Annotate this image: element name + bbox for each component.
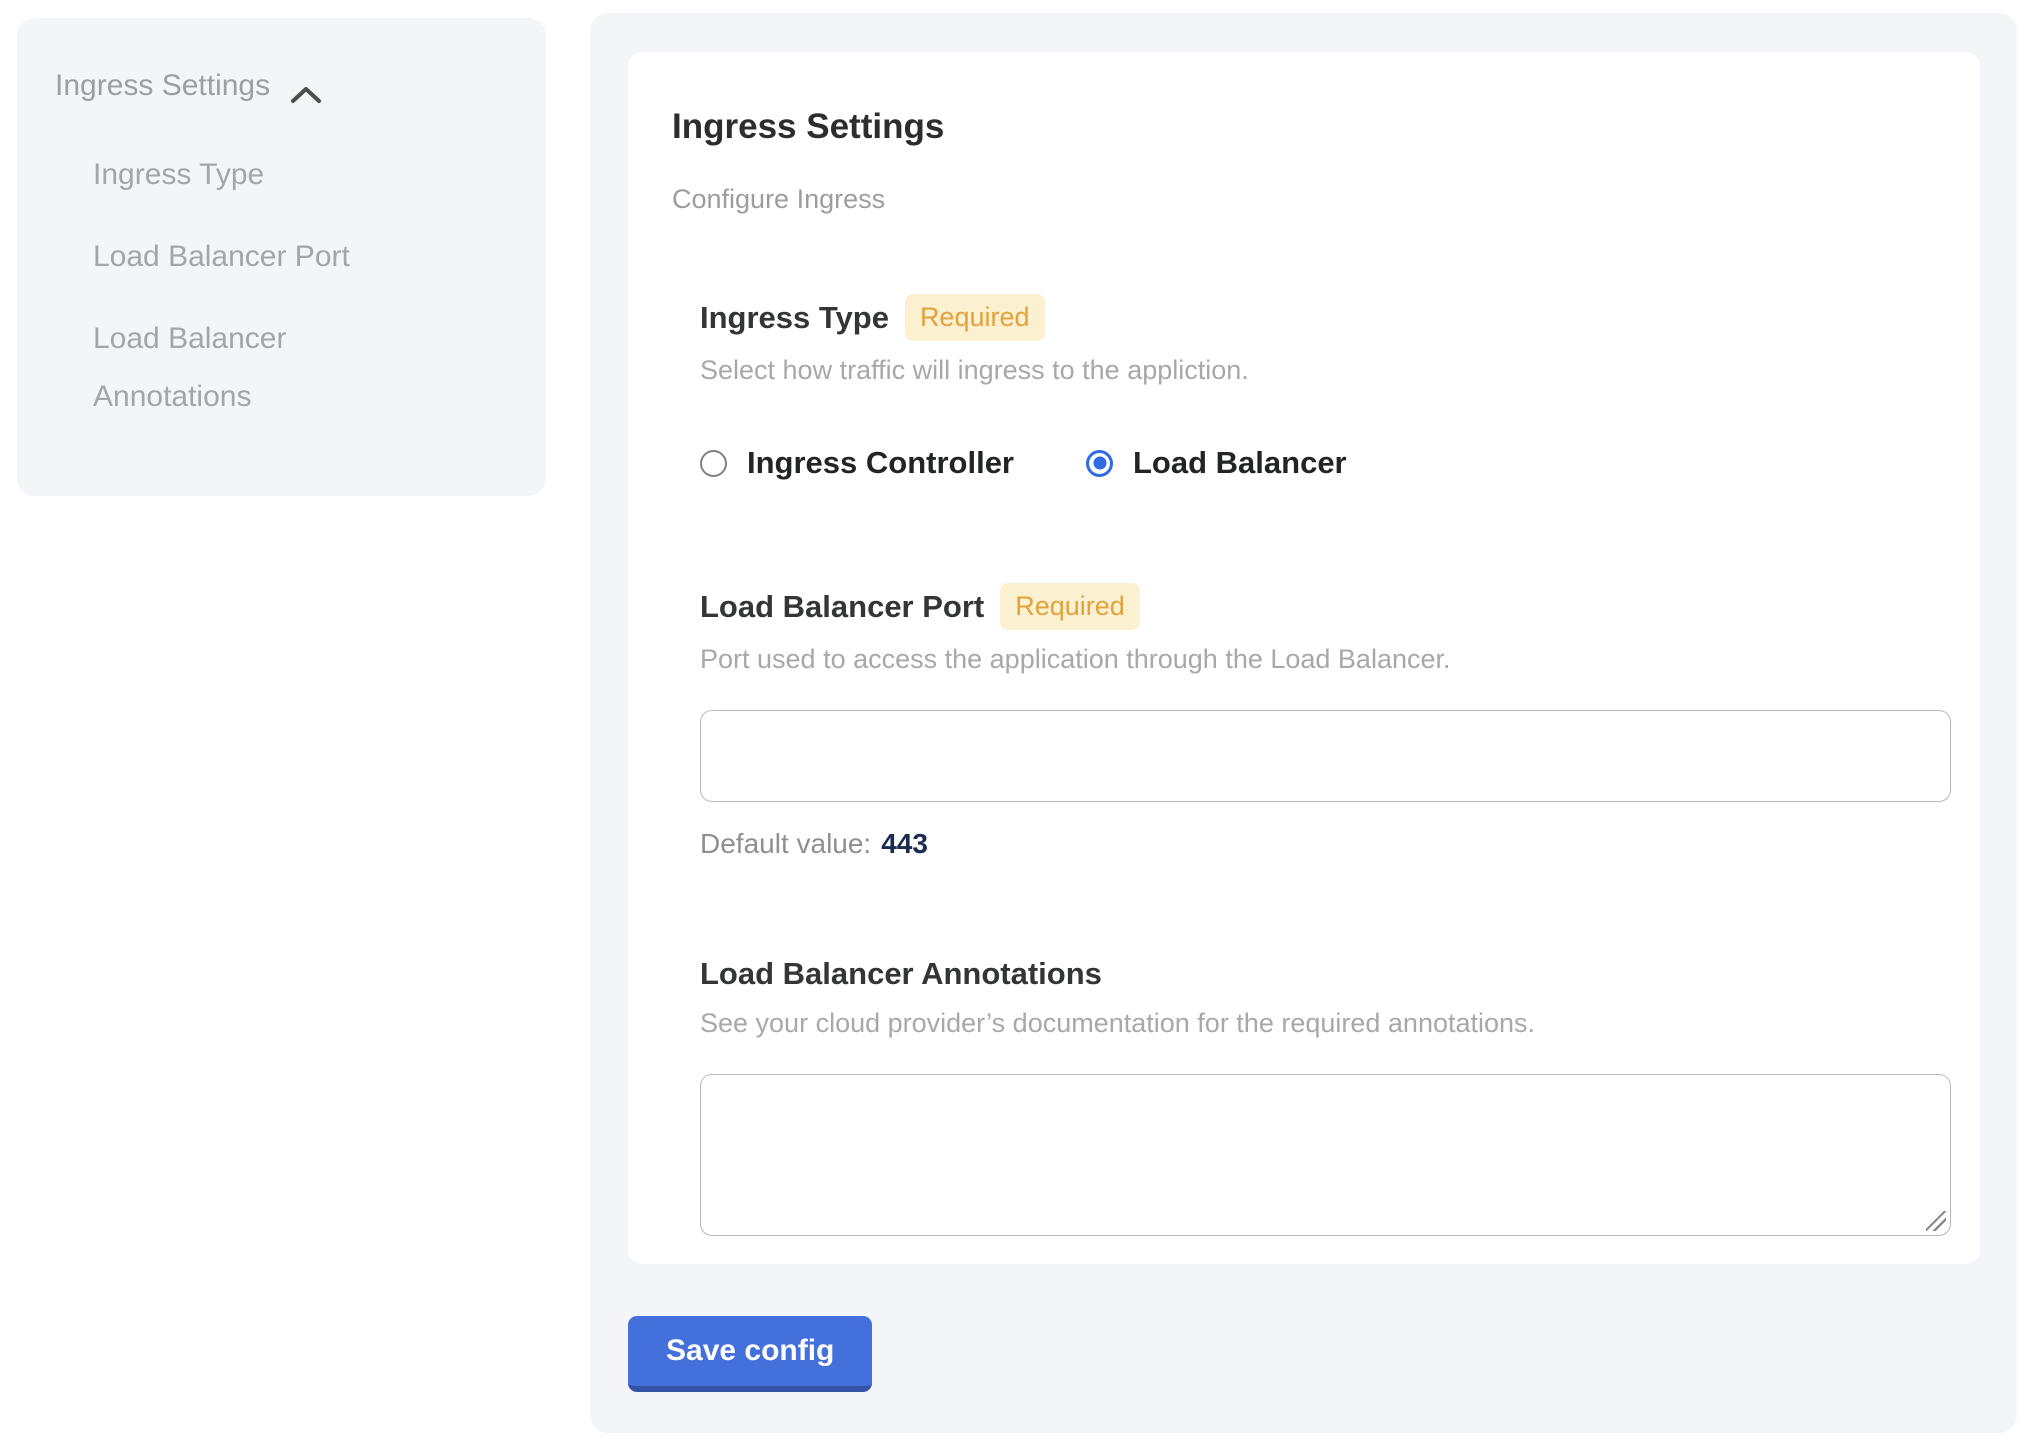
radio-label: Ingress Controller (747, 445, 1014, 481)
load-balancer-port-input[interactable] (700, 710, 1951, 802)
radio-option-load-balancer[interactable]: Load Balancer (1086, 445, 1347, 481)
sidebar-item-load-balancer-port[interactable]: Load Balancer Port (93, 228, 438, 286)
sidebar-item-ingress-type[interactable]: Ingress Type (93, 146, 438, 204)
section-load-balancer-annotations: Load Balancer Annotations See your cloud… (700, 954, 1934, 1236)
radio-label: Load Balancer (1133, 445, 1347, 481)
default-value-label: Default value: (700, 828, 871, 859)
radio-button-icon[interactable] (1086, 450, 1113, 477)
load-balancer-annotations-heading: Load Balancer Annotations (700, 954, 1102, 994)
page-title: Ingress Settings (672, 106, 1934, 148)
sidebar-section-label: Ingress Settings (55, 68, 270, 104)
default-value: 443 (881, 828, 928, 859)
sidebar-nav: Ingress Type Load Balancer Port Load Bal… (55, 146, 516, 426)
save-config-button[interactable]: Save config (628, 1316, 872, 1392)
settings-sections: Ingress Type Required Select how traffic… (700, 294, 1934, 1236)
main-panel: Ingress Settings Configure Ingress Ingre… (590, 13, 2017, 1433)
radio-option-ingress-controller[interactable]: Ingress Controller (700, 445, 1014, 481)
section-load-balancer-port: Load Balancer Port Required Port used to… (700, 583, 1934, 860)
load-balancer-port-heading: Load Balancer Port (700, 587, 984, 627)
radio-button-icon[interactable] (700, 450, 727, 477)
section-ingress-type: Ingress Type Required Select how traffic… (700, 294, 1934, 481)
ingress-type-heading: Ingress Type (700, 298, 889, 338)
page-subtitle: Configure Ingress (672, 182, 1934, 216)
chevron-up-icon (290, 78, 322, 98)
ingress-type-radio-group: Ingress Controller Load Balancer (700, 445, 1934, 481)
sidebar-section-ingress-settings[interactable]: Ingress Settings (55, 68, 516, 104)
default-value-row: Default value: 443 (700, 828, 1934, 860)
required-badge: Required (905, 294, 1045, 341)
ingress-type-description: Select how traffic will ingress to the a… (700, 353, 1934, 387)
sidebar-item-load-balancer-annotations[interactable]: Load Balancer Annotations (93, 310, 438, 426)
load-balancer-annotations-textarea[interactable] (700, 1074, 1951, 1236)
load-balancer-annotations-description: See your cloud provider’s documentation … (700, 1006, 1934, 1040)
load-balancer-port-description: Port used to access the application thro… (700, 642, 1934, 676)
ingress-settings-card: Ingress Settings Configure Ingress Ingre… (628, 52, 1980, 1264)
settings-sidebar: Ingress Settings Ingress Type Load Balan… (17, 18, 546, 496)
required-badge: Required (1000, 583, 1140, 630)
